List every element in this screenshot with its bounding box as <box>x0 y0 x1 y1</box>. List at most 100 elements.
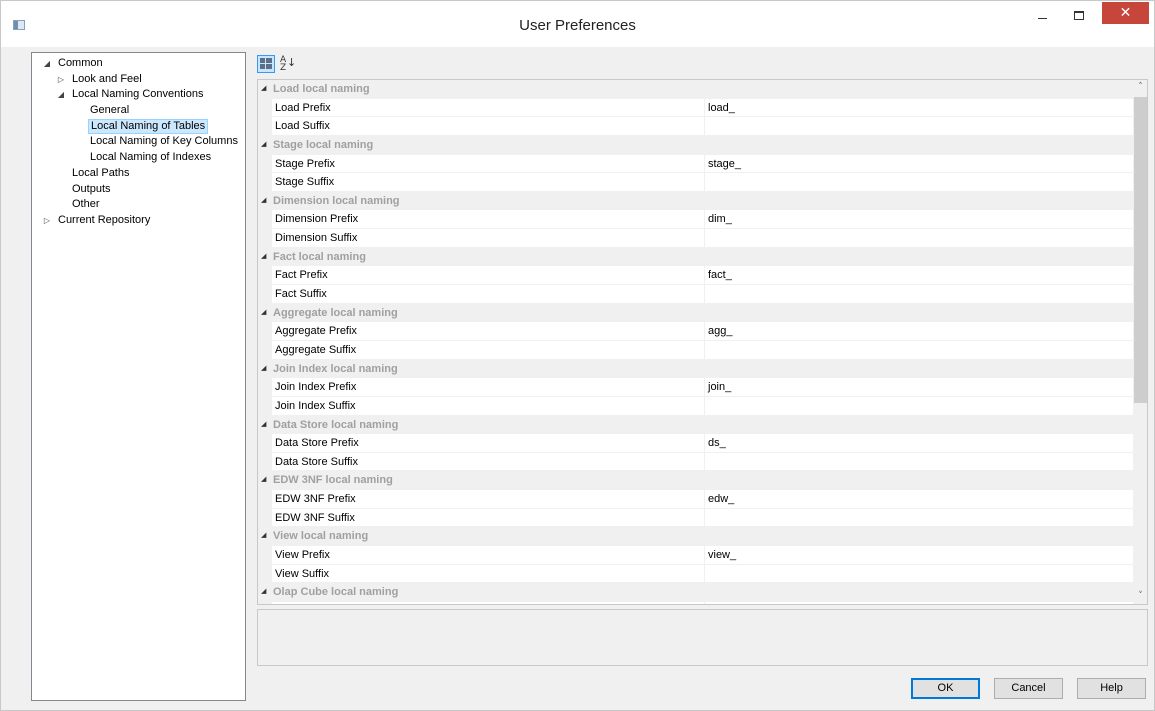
category-expanded-icon[interactable]: ◢ <box>261 80 266 99</box>
property-grid-scrollbar[interactable]: ˄ ˅ <box>1133 80 1147 604</box>
preferences-tree[interactable]: ◢ Common ▷ Look and Feel ◢ Local Naming Conve… <box>31 52 246 701</box>
property-row[interactable]: Load Suffix <box>258 117 1133 136</box>
category-expanded-icon[interactable]: ◢ <box>261 583 266 602</box>
help-button[interactable]: Help <box>1077 678 1146 699</box>
property-row[interactable]: Fact Prefix fact_ <box>258 266 1133 286</box>
property-name: Data Store Suffix <box>275 455 358 468</box>
property-row[interactable]: Join Index Prefix join_ <box>258 378 1133 397</box>
property-value-field[interactable]: dim_ <box>704 210 1133 229</box>
property-category-row[interactable]: ◢ EDW 3NF local naming <box>258 471 1133 491</box>
tree-item[interactable]: ▷ Current Repository <box>32 213 245 229</box>
scroll-down-arrow-icon[interactable]: ˅ <box>1133 589 1147 604</box>
close-button[interactable]: ✕ <box>1102 2 1149 24</box>
property-value-field[interactable]: agg_ <box>704 322 1133 340</box>
minimize-button[interactable] <box>1024 1 1060 29</box>
property-value-field[interactable]: view_ <box>704 546 1133 564</box>
tree-item[interactable]: Local Naming of Indexes <box>32 150 245 166</box>
alphabetical-sort-button[interactable]: A Z ↓ <box>277 55 297 73</box>
property-category-label: View local naming <box>273 530 369 543</box>
property-row[interactable]: Stage Prefix stage_ <box>258 154 1133 174</box>
property-category-row[interactable]: ◢ Data Store local naming <box>258 415 1133 435</box>
property-row[interactable]: Aggregate Prefix agg_ <box>258 322 1133 341</box>
property-value-field[interactable]: load_ <box>704 98 1133 117</box>
category-expanded-icon[interactable]: ◢ <box>261 416 266 435</box>
property-value-field[interactable] <box>704 396 1133 415</box>
tree-item[interactable]: Outputs <box>32 182 245 198</box>
tree-collapsed-icon[interactable]: ▷ <box>56 72 66 88</box>
category-expanded-icon[interactable]: ◢ <box>261 360 266 379</box>
category-expanded-icon[interactable]: ◢ <box>261 192 266 211</box>
property-value-field[interactable]: fact_ <box>704 266 1133 285</box>
ok-button[interactable]: OK <box>911 678 980 699</box>
property-name: View Suffix <box>275 567 330 580</box>
property-value-field[interactable]: edw_ <box>704 490 1133 508</box>
property-row[interactable]: Aggregate Suffix <box>258 340 1133 360</box>
property-category-row[interactable]: ◢ Dimension local naming <box>258 191 1133 211</box>
property-value-field[interactable] <box>704 452 1133 471</box>
property-value-field[interactable] <box>704 117 1133 135</box>
property-category-row[interactable]: ◢ Join Index local naming <box>258 359 1133 379</box>
tree-item-label: Common <box>58 57 103 69</box>
property-value-field[interactable] <box>704 285 1133 303</box>
property-row[interactable]: Data Store Suffix <box>258 452 1133 472</box>
tree-item[interactable]: Other <box>32 197 245 213</box>
tree-item-label: Other <box>72 198 100 211</box>
property-value-field[interactable]: olap_ <box>704 601 1133 604</box>
property-category-row[interactable]: ◢ Stage local naming <box>258 135 1133 155</box>
property-value-field[interactable] <box>704 229 1133 247</box>
property-row[interactable]: Data Store Prefix ds_ <box>258 434 1133 453</box>
property-row[interactable]: Load Prefix load_ <box>258 98 1133 118</box>
property-category-row[interactable]: ◢ Aggregate local naming <box>258 303 1133 323</box>
property-row-margin <box>258 154 272 173</box>
property-value-field[interactable]: join_ <box>704 378 1133 396</box>
property-category-row[interactable]: ◢ Load local naming <box>258 80 1133 99</box>
tree-collapsed-icon[interactable]: ▷ <box>42 213 52 229</box>
scroll-up-arrow-icon[interactable]: ˄ <box>1133 80 1147 95</box>
tree-item[interactable]: ◢ Local Naming Conventions <box>32 87 245 103</box>
property-value-field[interactable] <box>704 173 1133 191</box>
property-row[interactable]: Stage Suffix <box>258 173 1133 192</box>
maximize-button[interactable] <box>1061 1 1097 29</box>
tree-item-label: Local Naming Conventions <box>72 88 204 101</box>
property-row[interactable]: View Suffix <box>258 564 1133 584</box>
property-value-field[interactable] <box>704 508 1133 527</box>
scrollbar-thumb[interactable] <box>1134 97 1147 403</box>
cancel-button[interactable]: Cancel <box>994 678 1063 699</box>
property-row[interactable]: Dimension Suffix <box>258 229 1133 248</box>
property-row-margin <box>258 285 272 303</box>
tree-item[interactable]: ▷ Look and Feel <box>32 72 245 88</box>
tree-item[interactable]: Local Naming of Tables <box>32 118 245 135</box>
sort-alphabetical-icon: A Z ↓ <box>280 55 297 73</box>
categorized-view-button[interactable] <box>257 55 275 73</box>
property-value-field[interactable]: ds_ <box>704 434 1133 452</box>
property-row[interactable]: View Prefix view_ <box>258 546 1133 565</box>
property-row[interactable]: Dimension Prefix dim_ <box>258 210 1133 230</box>
property-row[interactable]: EDW 3NF Suffix <box>258 508 1133 528</box>
tree-item[interactable]: Local Paths <box>32 166 245 182</box>
property-value-field[interactable] <box>704 564 1133 583</box>
tree-item[interactable]: ◢ Common <box>32 56 245 72</box>
tree-item-label: Current Repository <box>58 213 151 226</box>
category-expanded-icon[interactable]: ◢ <box>261 527 266 546</box>
close-icon: ✕ <box>1119 5 1132 21</box>
tree-expanded-icon[interactable]: ◢ <box>42 56 52 72</box>
property-row[interactable]: EDW 3NF Prefix edw_ <box>258 490 1133 509</box>
tree-item[interactable]: Local Naming of Key Columns <box>32 134 245 150</box>
property-category-row[interactable]: ◢ Fact local naming <box>258 247 1133 267</box>
property-row[interactable]: Olap Cube Prefixolap_ <box>258 601 1133 604</box>
category-expanded-icon[interactable]: ◢ <box>261 136 266 155</box>
category-expanded-icon[interactable]: ◢ <box>261 304 266 323</box>
title-bar[interactable]: User Preferences ✕ <box>1 1 1154 47</box>
category-expanded-icon[interactable]: ◢ <box>261 248 266 267</box>
property-value-field[interactable]: stage_ <box>704 154 1133 173</box>
property-row[interactable]: Fact Suffix <box>258 285 1133 304</box>
category-expanded-icon[interactable]: ◢ <box>261 471 266 490</box>
property-name: Fact Suffix <box>275 288 327 301</box>
property-value-field[interactable] <box>704 340 1133 359</box>
tree-expanded-icon[interactable]: ◢ <box>56 87 66 103</box>
property-row-margin <box>258 452 272 471</box>
property-category-row[interactable]: ◢ Olap Cube local naming <box>258 583 1133 602</box>
property-row[interactable]: Join Index Suffix <box>258 396 1133 416</box>
tree-item[interactable]: General <box>32 103 245 119</box>
property-category-row[interactable]: ◢ View local naming <box>258 527 1133 547</box>
